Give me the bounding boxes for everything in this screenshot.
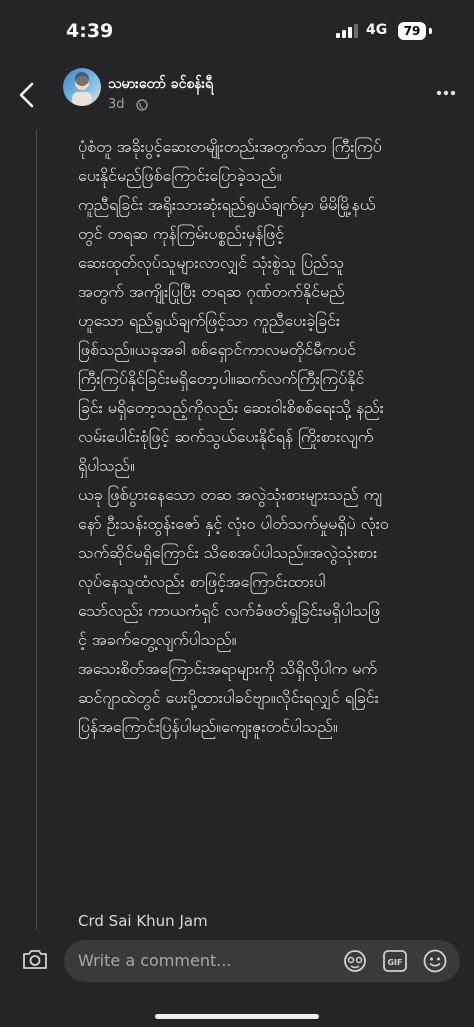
network-type: 4G	[366, 22, 388, 38]
post-text-line: ပြန်အကြောင်းပြန်ပါမည်။ကျေးဇူးတင်ပါသည်။	[78, 717, 338, 736]
post-paragraph: အသေးစိတ်အကြောင်းအရာများကို သိရှိလိုပါက မ…	[78, 654, 450, 741]
status-bar: 4:39 4G 79	[0, 0, 474, 64]
post-text-line: ဟူသော ရည်ရွယ်ချက်ဖြင့်သာ ကူညီပေးခဲ့ခြင်း	[78, 311, 340, 330]
svg-text:GIF: GIF	[387, 958, 402, 967]
comment-placeholder: Write a comment...	[78, 951, 232, 970]
post-text-line: ကြီးကြပ်နိုင်ခြင်းမရှိတော့ပါ။ဆက်လက်ကြီးက…	[78, 369, 365, 388]
post-paragraph: ယခု ဖြစ်ပွားနေသော တဆ အလွဲသုံးစားများသည် …	[78, 480, 450, 654]
post-credit: Crd Sai Khun Jam	[78, 912, 208, 930]
gif-icon[interactable]: GIF	[382, 948, 408, 974]
post-text-line: ပုံစံတူ အခိုးပွင့်ဆေးတမျိုးတည်းအတွက်သာ က…	[78, 137, 382, 156]
camera-icon[interactable]	[22, 948, 48, 970]
post-text-line: အတွက် အကျိုးပြုပြီး တရဆ ဂုဏ်တက်နိုင်မည်	[78, 282, 345, 301]
post-text-line: လုပ်နေသူထံလည်း စာဖြင့်အကြောင်းထားပါ	[78, 572, 326, 591]
cellular-signal-icon	[336, 24, 358, 38]
post-paragraph: ပုံစံတူ အခိုးပွင့်ဆေးတမျိုးတည်းအတွက်သာ က…	[78, 132, 450, 190]
status-time: 4:39	[66, 20, 114, 42]
home-indicator	[155, 1014, 319, 1019]
battery-icon	[429, 28, 432, 34]
post-text-line: ကူညီရခြင်း အရိုးသားဆုံးရည်ရွယ်ချက်မှာ မိ…	[78, 195, 376, 214]
post-header: သမားတော် ခင်စန်းရီ 3d	[0, 64, 474, 130]
back-icon[interactable]	[16, 80, 38, 110]
emoji-icon[interactable]	[422, 948, 448, 974]
comment-bar: Write a comment... GIF	[0, 930, 474, 1027]
more-options-icon[interactable]	[436, 90, 456, 96]
thread-line	[36, 130, 37, 930]
post-text-line: င့် အခက်တွေ့လျက်ပါသည်။	[78, 630, 237, 649]
post-paragraph: ကူညီရခြင်း အရိုးသားဆုံးရည်ရွယ်ချက်မှာ မိ…	[78, 190, 450, 480]
post-text-line: အသေးစိတ်အကြောင်းအရာများကို သိရှိလိုပါက မ…	[78, 659, 377, 678]
avatar-sticker-icon[interactable]	[342, 948, 368, 974]
post-text-line: ဆေးထုတ်လုပ်သူများလာလျှင် သုံးစွဲသူ ပြည်သ…	[78, 253, 345, 272]
post-text-line: ဆင်ဂျာထဲတွင် ပေးပို့ထားပါခင်ဗျာ။လိုင်းရလ…	[78, 688, 379, 707]
battery-level: 79	[398, 22, 426, 40]
post-text-line: ဖြစ်သည်။ယခုအခါ စစ်ရှောင်ကာလမတိုင်မီကပင်	[78, 340, 356, 359]
post-text-line: ယခု ဖြစ်ပွားနေသော တဆ အလွဲသုံးစားများသည် …	[78, 485, 382, 504]
post-text-line: လမ်းပေါင်းစုံဖြင့် ဆက်သွယ်ပေးနိုင်ရန် ကြ…	[78, 427, 374, 446]
post-text-line: တွင် တရဆ ကုန်ကြမ်းပစ္စည်းမှန်ဖြင့်	[78, 224, 285, 243]
post-body: ပုံစံတူ အခိုးပွင့်ဆေးတမျိုးတည်းအတွက်သာ က…	[78, 132, 450, 741]
post-age: 3d	[108, 97, 125, 112]
post-text-line: သော်လည်း ကာယကံရှင် လက်ခံဖတ်ရှုခြင်းမရှိပ…	[78, 601, 380, 620]
post-text-line: ပေးနိုင်မည်ဖြစ်ကြောင်းပြောခဲ့သည်။	[78, 166, 282, 185]
comment-input[interactable]: Write a comment... GIF	[64, 940, 460, 982]
post-text-line: ရှိပါသည်။	[78, 456, 135, 475]
post-text-line: နော် ဦးသန်းထွန်းဇော် နှင့် လုံးဝ ပါတ်သက်…	[78, 514, 389, 533]
author-name[interactable]: သမားတော် ခင်စန်းရီ	[108, 74, 213, 95]
avatar[interactable]	[63, 68, 101, 106]
post-text-line: ခြင်း မရှိတော့သည့်ကိုလည်း ဆေးဝါးစိစစ်ရေး…	[78, 398, 384, 417]
post-text-line: သက်ဆိုင်မရှိကြောင်း သိစေအပ်ပါသည်။အလွဲသုံ…	[78, 543, 378, 562]
globe-icon	[136, 99, 148, 111]
